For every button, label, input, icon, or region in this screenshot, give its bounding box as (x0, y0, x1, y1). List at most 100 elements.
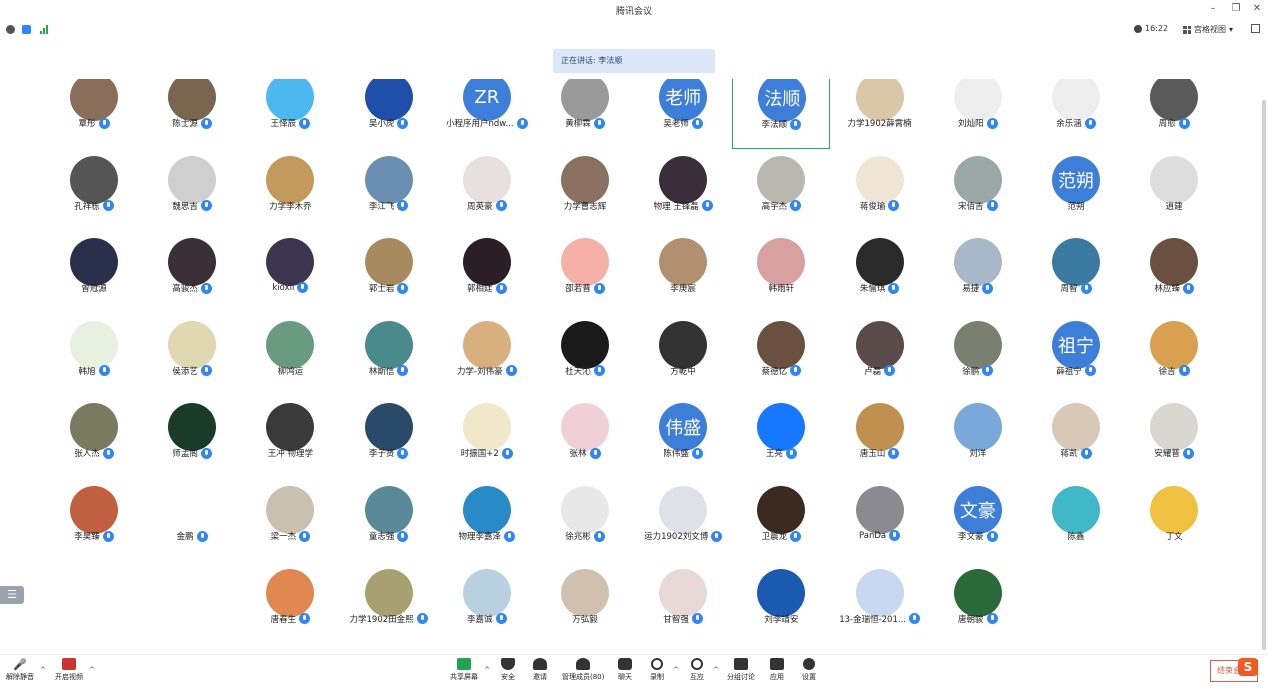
signal-icon[interactable] (40, 25, 50, 34)
shield-icon[interactable] (22, 25, 31, 34)
participant-tile[interactable]: 韩雨轩 (732, 232, 830, 314)
participant-tile[interactable]: 卫晨龙 (732, 480, 830, 562)
participant-tile[interactable]: 柳鸿运 (241, 315, 339, 397)
participant-tile[interactable]: 蒋俊瑜 (831, 150, 929, 232)
participant-tile[interactable]: 吴小虎 (340, 79, 438, 149)
participant-tile[interactable]: 13-金瑞恒-201... (831, 563, 929, 645)
participant-tile[interactable]: 王冲 物理学 (241, 397, 339, 479)
participant-tile[interactable]: 丁文 (1125, 480, 1223, 562)
participant-tile[interactable]: 徐兆彬 (536, 480, 634, 562)
participant-tile[interactable]: 李嘉诚 (438, 563, 536, 645)
participant-tile[interactable]: 曾冠源 (45, 232, 143, 314)
participant-tile[interactable]: 李昊臻 (45, 480, 143, 562)
info-icon[interactable] (6, 25, 15, 34)
chat-button[interactable]: 聊天 (618, 658, 632, 682)
participant-tile[interactable]: 侯添艺 (143, 315, 241, 397)
chevron-up-icon[interactable]: ^ (673, 666, 679, 674)
participant-tile[interactable]: 徐吉 (1125, 315, 1223, 397)
members-button[interactable]: 管理成员(80) (562, 658, 604, 682)
participant-tile[interactable]: 力学曹志辉 (536, 150, 634, 232)
meeting-clock[interactable]: 16:22 (1134, 24, 1168, 33)
participant-tile[interactable]: 宋佰吉 (929, 150, 1027, 232)
participant-tile[interactable]: 易捷 (929, 232, 1027, 314)
participant-tile[interactable]: 林斯信 (340, 315, 438, 397)
participant-tile[interactable]: 师孟阁 (143, 397, 241, 479)
participant-tile[interactable]: 刘李靖安 (732, 563, 830, 645)
participant-tile[interactable]: 李庚宸 (634, 232, 732, 314)
settings-button[interactable]: 设置 (802, 658, 816, 682)
participant-tile[interactable]: 金鹏 (143, 480, 241, 562)
participant-tile[interactable]: PanDa (831, 480, 929, 562)
participant-tile[interactable]: 唐春生 (241, 563, 339, 645)
participant-tile[interactable]: 伟盛 陈伟盛 (634, 397, 732, 479)
participant-tile[interactable]: 运力1902刘文博 (634, 480, 732, 562)
breakout-button[interactable]: 分组讨论 (727, 658, 755, 682)
minimize-button[interactable]: – (1206, 3, 1220, 15)
participant-tile[interactable]: 郭相廷 (438, 232, 536, 314)
participant-tile[interactable]: 物理 王锋磊 (634, 150, 732, 232)
close-button[interactable]: ✕ (1250, 3, 1264, 15)
participant-tile[interactable]: 唐朝骏 (929, 563, 1027, 645)
security-button[interactable]: 安全 (501, 658, 515, 682)
record-button[interactable]: 录制 (650, 658, 664, 682)
scrollbar[interactable] (1262, 100, 1266, 650)
participant-tile[interactable]: 力学1902田金熙 (340, 563, 438, 645)
participant-tile[interactable]: 杜天沁 (536, 315, 634, 397)
participant-tile[interactable]: 郭士岩 (340, 232, 438, 314)
start-video-button[interactable]: 开启视频 (55, 658, 83, 682)
participant-tile[interactable]: 物理李嘉泽 (438, 480, 536, 562)
chevron-up-icon[interactable]: ^ (40, 666, 46, 674)
participant-tile[interactable]: 覃彤 (45, 79, 143, 149)
participant-tile[interactable]: 法顺 李法顺 (732, 79, 831, 149)
participant-tile[interactable]: 蔡德亿 (732, 315, 830, 397)
apps-button[interactable]: 应用 (770, 658, 784, 682)
participant-tile[interactable]: kioxli (241, 232, 339, 314)
participant-tile[interactable]: 徐鹏 (929, 315, 1027, 397)
participant-tile[interactable]: 周愈 (1125, 79, 1223, 149)
participant-tile[interactable]: 童志强 (340, 480, 438, 562)
participant-tile[interactable]: 力学1902薛霄楠 (831, 79, 929, 149)
participant-tile[interactable]: 高骏杰 (143, 232, 241, 314)
participant-tile[interactable]: 陈士源 (143, 79, 241, 149)
participant-tile[interactable]: 力学-刘伟豪 (438, 315, 536, 397)
participant-tile[interactable]: 韩旭 (45, 315, 143, 397)
participant-tile[interactable]: 黄柳霖 (536, 79, 634, 149)
participant-tile[interactable]: 高宇杰 (732, 150, 830, 232)
participant-tile[interactable]: 逍建 (1125, 150, 1223, 232)
participant-tile[interactable]: 周英豪 (438, 150, 536, 232)
chat-list-icon[interactable]: ☰ (0, 586, 24, 604)
participant-tile[interactable]: ZR 小程序用户ndw... (438, 79, 536, 149)
restore-button[interactable]: ❐ (1229, 3, 1243, 15)
participant-tile[interactable]: 唐玉山 (831, 397, 929, 479)
chevron-up-icon[interactable]: ^ (713, 666, 719, 674)
participant-tile[interactable]: 张人杰 (45, 397, 143, 479)
participant-tile[interactable]: 刘灿阳 (929, 79, 1027, 149)
participant-tile[interactable]: 周智 (1027, 232, 1125, 314)
chevron-up-icon[interactable]: ^ (89, 666, 95, 674)
participant-tile[interactable]: 梁一杰 (241, 480, 339, 562)
chevron-up-icon[interactable]: ^ (484, 666, 490, 674)
participant-tile[interactable]: 王怿辰 (241, 79, 339, 149)
participant-tile[interactable]: 张林 (536, 397, 634, 479)
participant-tile[interactable]: 刘洋 (929, 397, 1027, 479)
participant-tile[interactable]: 安耀普 (1125, 397, 1223, 479)
participant-tile[interactable]: 孔祥栋 (45, 150, 143, 232)
participant-tile[interactable]: 祖宁 薛祖宁 (1027, 315, 1125, 397)
participant-tile[interactable]: 陈鑫 (1027, 480, 1125, 562)
reactions-button[interactable]: 互应 (690, 658, 704, 682)
fullscreen-icon[interactable] (1251, 24, 1260, 33)
participant-tile[interactable]: 方乾中 (634, 315, 732, 397)
participant-tile[interactable]: 朱愉琪 (831, 232, 929, 314)
participant-tile[interactable]: 蒋凯 (1027, 397, 1125, 479)
participant-tile[interactable]: 邵若晋 (536, 232, 634, 314)
participant-tile[interactable]: 力学李木乔 (241, 150, 339, 232)
participant-tile[interactable]: 万弘毅 (536, 563, 634, 645)
participant-tile[interactable]: 卢磊 (831, 315, 929, 397)
participant-tile[interactable]: 魏思吉 (143, 150, 241, 232)
participant-tile[interactable]: 范朔 范朔 (1027, 150, 1125, 232)
participant-tile[interactable]: 余乐涵 (1027, 79, 1125, 149)
participant-tile[interactable]: 王亮 (732, 397, 830, 479)
participant-tile[interactable]: 文豪 李文豪 (929, 480, 1027, 562)
participant-tile[interactable]: 老师 吴老师 (634, 79, 732, 149)
invite-button[interactable]: 邀请 (533, 658, 547, 682)
